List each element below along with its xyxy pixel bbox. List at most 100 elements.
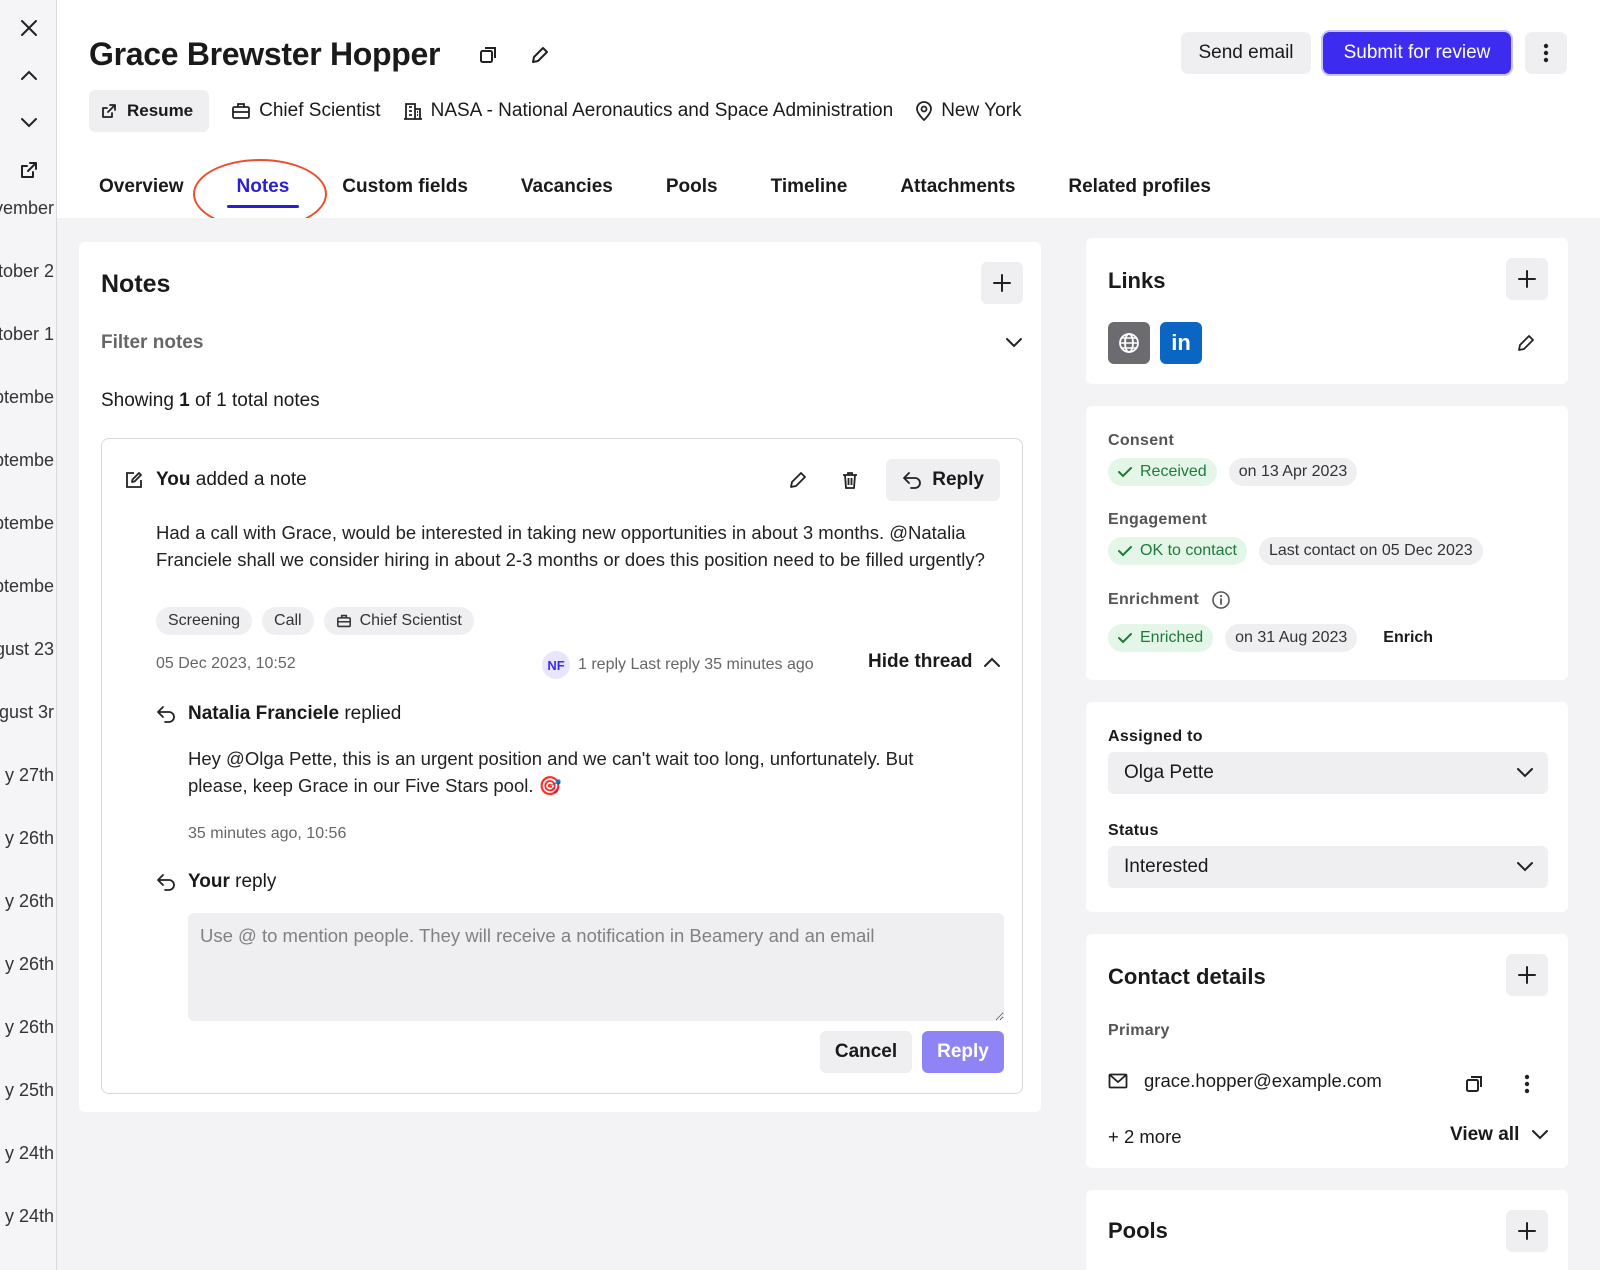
- info-icon[interactable]: [1211, 590, 1231, 610]
- assigned-to-label: Assigned to: [1108, 728, 1203, 745]
- submit-reply-button[interactable]: Reply: [922, 1031, 1004, 1073]
- consent-card: Consent Received on 13 Apr 2023 Engageme…: [1086, 406, 1568, 680]
- chevron-up-icon[interactable]: [18, 64, 40, 86]
- edit-links-icon[interactable]: [1510, 327, 1542, 359]
- more-options-button[interactable]: [1525, 32, 1567, 74]
- location-pin-icon: [916, 101, 933, 121]
- timeline-date-item[interactable]: ptembe: [0, 450, 54, 471]
- enrichment-date-badge: on 31 Aug 2023: [1225, 624, 1358, 652]
- timeline-date-item[interactable]: y 24th: [5, 1206, 54, 1227]
- profile-tabs: Overview Notes Custom fields Vacancies P…: [99, 166, 1211, 214]
- avatar: NF: [542, 651, 570, 679]
- resume-label: Resume: [127, 101, 194, 120]
- hide-thread-toggle[interactable]: Hide thread: [868, 651, 1001, 673]
- copy-icon[interactable]: [473, 40, 503, 70]
- timeline-date-item[interactable]: vember: [0, 198, 54, 219]
- timeline-date-item[interactable]: gust 3r: [0, 702, 54, 723]
- reply-header: Natalia Franciele replied: [156, 703, 401, 725]
- tab-timeline[interactable]: Timeline: [771, 166, 848, 214]
- chevron-down-icon: [1517, 862, 1533, 872]
- tag-label: Chief Scientist: [359, 612, 462, 629]
- add-note-button[interactable]: [981, 262, 1023, 304]
- cancel-reply-button[interactable]: Cancel: [820, 1031, 912, 1073]
- send-email-button[interactable]: Send email: [1181, 32, 1311, 74]
- timeline-date-item[interactable]: y 27th: [5, 765, 54, 786]
- hide-thread-label: Hide thread: [868, 651, 973, 672]
- your-reply-header: Your reply: [156, 871, 276, 893]
- timeline-date-item[interactable]: gust 23: [0, 639, 54, 660]
- timeline-date-item[interactable]: ptembe: [0, 576, 54, 597]
- website-link[interactable]: [1108, 322, 1150, 364]
- edit-name-icon[interactable]: [525, 40, 555, 70]
- timeline-date-item[interactable]: tober 2: [0, 261, 54, 282]
- close-icon[interactable]: [18, 17, 40, 39]
- briefcase-icon: [232, 103, 251, 119]
- engagement-status-badge: OK to contact: [1108, 537, 1247, 565]
- assigned-to-select[interactable]: Olga Pette: [1108, 752, 1548, 794]
- add-contact-button[interactable]: [1506, 954, 1548, 996]
- external-link-icon[interactable]: [18, 159, 40, 181]
- contact-details-card: Contact details Primary grace.hopper@exa…: [1086, 934, 1568, 1168]
- pools-title: Pools: [1108, 1218, 1168, 1243]
- tab-pools[interactable]: Pools: [666, 166, 718, 214]
- add-link-button[interactable]: [1506, 258, 1548, 300]
- more-contacts[interactable]: + 2 more: [1108, 1126, 1182, 1148]
- timeline-date-item[interactable]: y 26th: [5, 954, 54, 975]
- profile-header: Grace Brewster Hopper Send email Submit …: [57, 0, 1600, 229]
- consent-status-text: Received: [1140, 463, 1207, 480]
- chevron-down-icon: [1006, 338, 1022, 348]
- submit-for-review-button[interactable]: Submit for review: [1323, 32, 1511, 74]
- reply-input[interactable]: [188, 913, 1004, 1021]
- enrichment-row: Enriched on 31 Aug 2023 Enrich: [1108, 624, 1433, 652]
- reply-arrow-icon: [157, 874, 175, 891]
- plus-icon: [1518, 966, 1536, 984]
- reply-note-button[interactable]: Reply: [886, 459, 1000, 501]
- chevron-down-icon[interactable]: [18, 112, 40, 134]
- enrichment-status-text: Enriched: [1140, 629, 1204, 646]
- filter-notes-label: Filter notes: [101, 332, 204, 353]
- add-pool-button[interactable]: [1506, 1210, 1548, 1252]
- links-card: Links in: [1086, 238, 1568, 384]
- job-title-text: Chief Scientist: [259, 100, 381, 121]
- engagement-status-text: OK to contact: [1140, 542, 1237, 559]
- reply-arrow-icon: [903, 472, 922, 489]
- resume-button[interactable]: Resume: [89, 90, 210, 132]
- your-reply-author: Your: [188, 871, 230, 892]
- timeline-date-item[interactable]: y 24th: [5, 1143, 54, 1164]
- check-icon: [1118, 467, 1132, 478]
- timeline-date-item[interactable]: ptembe: [0, 387, 54, 408]
- linkedin-link[interactable]: in: [1160, 322, 1202, 364]
- timeline-date-item[interactable]: y 26th: [5, 828, 54, 849]
- delete-note-icon[interactable]: [834, 464, 866, 496]
- view-all-toggle[interactable]: View all: [1450, 1124, 1549, 1146]
- tab-attachments[interactable]: Attachments: [900, 166, 1015, 214]
- external-link-icon: [102, 104, 116, 118]
- edit-note-icon[interactable]: [782, 464, 814, 496]
- tab-custom-fields[interactable]: Custom fields: [342, 166, 468, 214]
- plus-icon: [1518, 270, 1536, 288]
- tab-notes[interactable]: Notes: [226, 166, 300, 214]
- status-label: Status: [1108, 822, 1159, 839]
- tag-label: Screening: [168, 612, 241, 629]
- consent-label: Consent: [1108, 432, 1175, 449]
- timeline-date-item[interactable]: y 25th: [5, 1080, 54, 1101]
- showing-prefix: Showing: [101, 390, 174, 411]
- tab-related-profiles[interactable]: Related profiles: [1068, 166, 1211, 214]
- timeline-date-item[interactable]: y 26th: [5, 1017, 54, 1038]
- enrich-button[interactable]: Enrich: [1383, 629, 1433, 647]
- timeline-date-item[interactable]: y 26th: [5, 891, 54, 912]
- timeline-date-item[interactable]: tober 1: [0, 324, 54, 345]
- assigned-to-value: Olga Pette: [1124, 762, 1214, 783]
- copy-email-icon[interactable]: [1458, 1068, 1490, 1100]
- email-value[interactable]: grace.hopper@example.com: [1144, 1070, 1382, 1092]
- filter-notes-dropdown[interactable]: Filter notes: [101, 332, 1023, 354]
- tab-vacancies[interactable]: Vacancies: [521, 166, 613, 214]
- tab-overview[interactable]: Overview: [99, 166, 184, 214]
- engagement-label: Engagement: [1108, 511, 1208, 528]
- status-select[interactable]: Interested: [1108, 846, 1548, 888]
- pools-card: Pools: [1086, 1190, 1568, 1270]
- showing-suffix: of 1 total notes: [195, 390, 320, 411]
- email-options-icon[interactable]: [1511, 1068, 1543, 1100]
- notes-card: Notes Filter notes Showing 1 of 1 total …: [79, 242, 1041, 1112]
- timeline-date-item[interactable]: ptembe: [0, 513, 54, 534]
